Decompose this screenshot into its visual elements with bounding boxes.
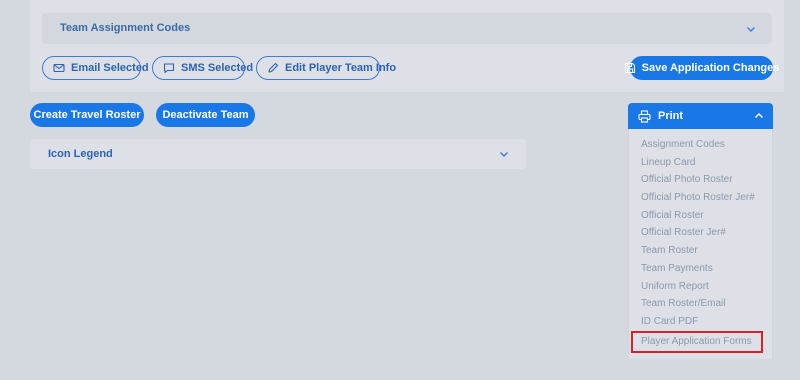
create-travel-roster-label: Create Travel Roster <box>33 109 141 121</box>
print-dropdown-toggle[interactable]: Print <box>628 103 773 129</box>
chevron-down-icon <box>746 24 756 34</box>
print-item-official-roster[interactable]: Official Roster <box>629 207 772 225</box>
print-item-team-roster-email[interactable]: Team Roster/Email <box>629 295 772 313</box>
print-item-official-photo-roster[interactable]: Official Photo Roster <box>629 171 772 189</box>
sms-selected-button[interactable]: SMS Selected <box>152 56 253 80</box>
print-item-id-card-pdf[interactable]: ID Card PDF <box>629 313 772 331</box>
print-item-official-roster-jersey[interactable]: Official Roster Jer# <box>629 224 772 242</box>
print-item-team-payments[interactable]: Team Payments <box>629 260 772 278</box>
email-selected-label: Email Selected <box>71 62 149 74</box>
save-application-changes-button[interactable]: Save Application Changes <box>624 56 779 80</box>
email-selected-button[interactable]: Email Selected <box>42 56 149 80</box>
print-item-official-photo-roster-jersey[interactable]: Official Photo Roster Jer# <box>629 189 772 207</box>
print-dropdown: Print Assignment Codes Lineup Card Offic… <box>628 103 773 359</box>
chevron-down-icon <box>499 149 509 159</box>
edit-player-team-info-button[interactable]: Edit Player Team Info <box>256 56 396 80</box>
sms-selected-label: SMS Selected <box>181 62 254 74</box>
chevron-up-icon <box>754 111 764 121</box>
print-item-lineup-card[interactable]: Lineup Card <box>629 154 772 172</box>
icon-legend-accordion[interactable]: Icon Legend <box>30 139 526 169</box>
deactivate-team-label: Deactivate Team <box>162 109 249 121</box>
print-item-player-application-forms[interactable]: Player Application Forms <box>631 330 763 353</box>
edit-player-team-info-label: Edit Player Team Info <box>285 62 397 74</box>
printer-icon <box>638 110 651 123</box>
print-item-assignment-codes[interactable]: Assignment Codes <box>629 136 772 154</box>
team-assignment-codes-accordion[interactable]: Team Assignment Codes <box>42 13 772 44</box>
floppy-disk-icon <box>624 62 636 74</box>
pencil-icon <box>267 62 279 74</box>
chat-bubble-icon <box>163 62 175 74</box>
create-travel-roster-button[interactable]: Create Travel Roster <box>30 103 144 127</box>
print-item-uniform-report[interactable]: Uniform Report <box>629 278 772 296</box>
print-label: Print <box>658 110 684 122</box>
print-item-team-roster[interactable]: Team Roster <box>629 242 772 260</box>
team-assignment-codes-label: Team Assignment Codes <box>60 22 191 34</box>
print-menu: Assignment Codes Lineup Card Official Ph… <box>628 129 773 359</box>
icon-legend-label: Icon Legend <box>48 148 113 160</box>
save-application-changes-label: Save Application Changes <box>641 62 780 74</box>
envelope-icon <box>53 62 65 74</box>
deactivate-team-button[interactable]: Deactivate Team <box>156 103 255 127</box>
